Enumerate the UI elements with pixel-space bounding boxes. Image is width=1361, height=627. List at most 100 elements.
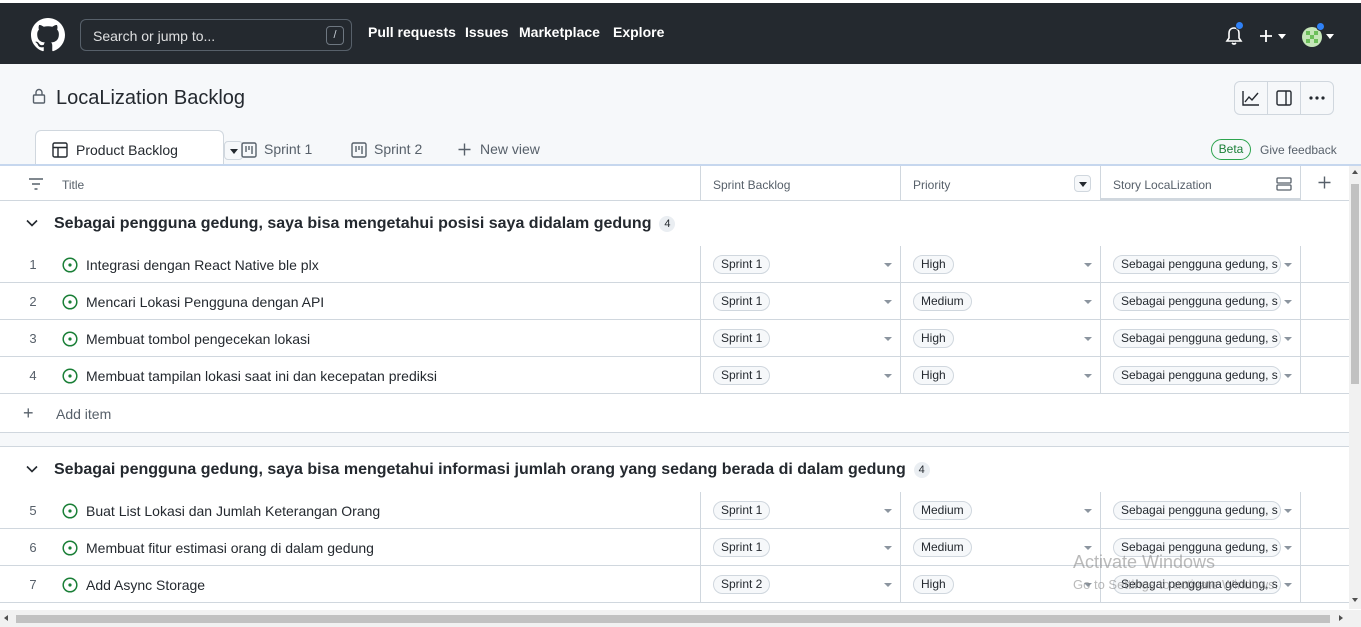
priority-cell[interactable]: Medium	[900, 492, 1100, 528]
story-cell[interactable]: Sebagai pengguna gedung, s	[1100, 283, 1300, 319]
add-item-row[interactable]: + Add item	[0, 394, 1349, 433]
table-icon	[52, 142, 68, 158]
vertical-scrollbar[interactable]	[1349, 166, 1361, 609]
priority-cell[interactable]: Medium	[900, 529, 1100, 565]
search-input[interactable]: Search or jump to... /	[80, 19, 352, 51]
priority-cell[interactable]: High	[900, 357, 1100, 393]
priority-token: Medium	[913, 538, 972, 557]
sidebar-icon	[1276, 90, 1292, 106]
nav-pull-requests[interactable]: Pull requests	[368, 24, 456, 40]
scroll-right-arrow-icon[interactable]	[1339, 615, 1343, 621]
item-title[interactable]: Membuat tombol pengecekan lokasi	[86, 331, 310, 347]
notification-dot	[1235, 21, 1244, 30]
sprint-cell[interactable]: Sprint 1	[700, 320, 900, 356]
priority-token: High	[913, 575, 954, 594]
plus-icon[interactable]	[1259, 29, 1273, 43]
priority-cell[interactable]: High	[900, 246, 1100, 282]
priority-cell[interactable]: Medium	[900, 283, 1100, 319]
story-cell[interactable]: Sebagai pengguna gedung, s	[1100, 320, 1300, 356]
column-divider	[1100, 166, 1101, 201]
insights-button[interactable]	[1235, 82, 1268, 114]
scroll-down-arrow-icon[interactable]	[1352, 598, 1358, 602]
horizontal-scroll-thumb[interactable]	[16, 615, 1330, 623]
column-divider	[700, 166, 701, 201]
scroll-up-arrow-icon[interactable]	[1352, 170, 1358, 174]
column-priority[interactable]: Priority	[913, 178, 950, 192]
story-cell[interactable]: Sebagai pengguna gedung, s	[1100, 246, 1300, 282]
horizontal-scrollbar[interactable]	[0, 610, 1361, 627]
item-title[interactable]: Add Async Storage	[86, 577, 205, 593]
group-title-text: Sebagai pengguna gedung, saya bisa menge…	[54, 215, 652, 232]
row-number: 6	[29, 540, 37, 555]
chevron-down-icon[interactable]	[26, 465, 38, 473]
item-title[interactable]: Mencari Lokasi Pengguna dengan API	[86, 294, 324, 310]
filter-icon[interactable]	[28, 178, 44, 190]
story-cell[interactable]: Sebagai pengguna gedung, s	[1100, 357, 1300, 393]
sprint-cell[interactable]: Sprint 1	[700, 492, 900, 528]
tab-sprint-1[interactable]: Sprint 1	[264, 141, 312, 157]
item-title[interactable]: Integrasi dengan React Native ble plx	[86, 257, 319, 273]
github-logo-icon[interactable]	[31, 18, 65, 52]
table-row[interactable]: 3 Membuat tombol pengecekan lokasi Sprin…	[0, 320, 1349, 357]
add-column-plus-icon[interactable]	[1318, 176, 1331, 189]
dropdown-caret-icon	[1084, 263, 1092, 267]
sprint-cell[interactable]: Sprint 2	[700, 566, 900, 602]
issue-opened-icon	[62, 368, 78, 384]
dropdown-caret-icon	[1084, 337, 1092, 341]
sprint-cell[interactable]: Sprint 1	[700, 283, 900, 319]
dropdown-caret-icon	[884, 374, 892, 378]
story-token: Sebagai pengguna gedung, s	[1113, 292, 1281, 311]
column-title[interactable]: Title	[62, 178, 84, 192]
side-panel-button[interactable]	[1268, 82, 1301, 114]
dropdown-caret-icon	[1284, 583, 1292, 587]
column-story-localization[interactable]: Story LocaLization	[1113, 178, 1212, 192]
tab-product-backlog[interactable]: Product Backlog	[35, 130, 243, 167]
column-sprint-backlog[interactable]: Sprint Backlog	[713, 178, 790, 192]
priority-menu-caret-icon[interactable]	[1074, 175, 1091, 192]
nav-explore[interactable]: Explore	[613, 24, 664, 40]
issue-opened-icon	[62, 331, 78, 347]
group-by-icon[interactable]	[1276, 177, 1292, 191]
sprint-cell[interactable]: Sprint 1	[700, 357, 900, 393]
nav-marketplace[interactable]: Marketplace	[519, 24, 600, 40]
dropdown-caret-icon	[1284, 509, 1292, 513]
priority-token: High	[913, 329, 954, 348]
sprint-token: Sprint 1	[713, 538, 771, 557]
table-row[interactable]: 5 Buat List Lokasi dan Jumlah Keterangan…	[0, 492, 1349, 529]
story-cell[interactable]: Sebagai pengguna gedung, s	[1100, 492, 1300, 528]
nav-issues[interactable]: Issues	[465, 24, 509, 40]
dropdown-caret-icon	[1084, 300, 1092, 304]
item-title[interactable]: Buat List Lokasi dan Jumlah Keterangan O…	[86, 503, 380, 519]
give-feedback-link[interactable]: Give feedback	[1260, 143, 1337, 157]
priority-cell[interactable]: High	[900, 320, 1100, 356]
table-row[interactable]: 2 Mencari Lokasi Pengguna dengan API Spr…	[0, 283, 1349, 320]
more-options-button[interactable]	[1301, 82, 1333, 114]
table-row[interactable]: 1 Integrasi dengan React Native ble plx …	[0, 246, 1349, 283]
create-caret-icon[interactable]	[1278, 34, 1286, 39]
group-header[interactable]: Sebagai pengguna gedung, saya bisa menge…	[0, 447, 1349, 493]
new-view-button[interactable]: New view	[480, 141, 540, 157]
table-row[interactable]: 4 Membuat tampilan lokasi saat ini dan k…	[0, 357, 1349, 394]
board-icon	[241, 142, 257, 158]
priority-token: Medium	[913, 292, 972, 311]
chevron-down-icon[interactable]	[26, 219, 38, 227]
sprint-token: Sprint 1	[713, 501, 771, 520]
priority-cell[interactable]: High	[900, 566, 1100, 602]
dropdown-caret-icon	[884, 337, 892, 341]
sprint-cell[interactable]: Sprint 1	[700, 246, 900, 282]
item-title[interactable]: Membuat tampilan lokasi saat ini dan kec…	[86, 368, 437, 384]
story-token: Sebagai pengguna gedung, s	[1113, 366, 1281, 385]
scroll-left-arrow-icon[interactable]	[4, 615, 8, 621]
dropdown-caret-icon	[884, 583, 892, 587]
empty-cell	[1300, 492, 1349, 528]
sprint-cell[interactable]: Sprint 1	[700, 529, 900, 565]
item-title[interactable]: Membuat fitur estimasi orang di dalam ge…	[86, 540, 374, 556]
dropdown-caret-icon	[884, 546, 892, 550]
search-placeholder: Search or jump to...	[93, 28, 216, 44]
column-divider	[1300, 166, 1301, 201]
group-header[interactable]: Sebagai pengguna gedung, saya bisa menge…	[0, 201, 1349, 247]
sprint-token: Sprint 1	[713, 255, 771, 274]
vertical-scroll-thumb[interactable]	[1351, 184, 1359, 384]
avatar-caret-icon[interactable]	[1326, 34, 1334, 39]
tab-sprint-2[interactable]: Sprint 2	[374, 141, 422, 157]
